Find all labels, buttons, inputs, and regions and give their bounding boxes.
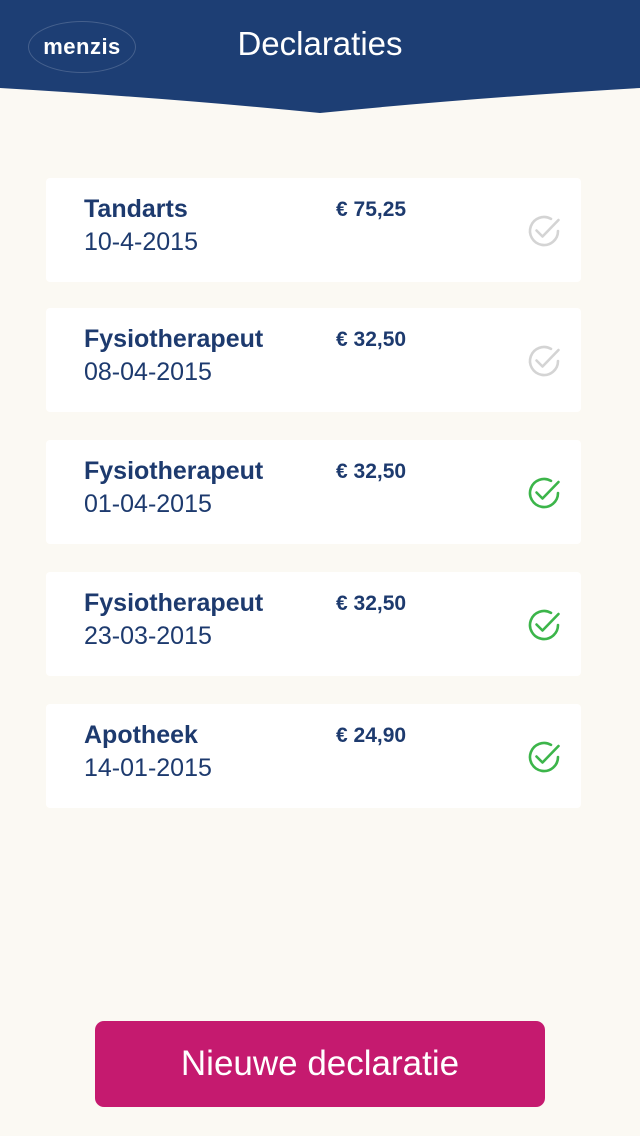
declaration-type: Fysiotherapeut [84,325,264,353]
declaration-amount: € 32,50 [336,460,407,483]
declaration-card[interactable]: Tandarts 10-4-2015 € 75,25 [46,178,581,282]
declaration-amount: € 32,50 [336,328,407,351]
declaration-card[interactable]: Fysiotherapeut 23-03-2015 € 32,50 [46,572,581,676]
declaration-date: 14-01-2015 [84,754,212,782]
page-title: Declaraties [237,25,403,62]
declaration-card[interactable]: Apotheek 14-01-2015 € 24,90 [46,704,581,808]
declaration-type: Fysiotherapeut [84,457,264,485]
declaration-amount: € 75,25 [336,198,407,221]
check-circle-icon [528,741,560,773]
declaration-amount: € 32,50 [336,592,407,615]
check-circle-icon [528,215,560,247]
check-circle-icon [528,609,560,641]
declaration-amount: € 24,90 [336,724,407,747]
declaration-type: Apotheek [84,721,198,749]
declaration-date: 10-4-2015 [84,228,198,256]
declaration-date: 23-03-2015 [84,622,212,650]
declaration-date: 01-04-2015 [84,490,212,518]
declaration-card[interactable]: Fysiotherapeut 08-04-2015 € 32,50 [46,308,581,412]
app-header: menzis Declaraties [0,0,640,115]
declaration-card[interactable]: Fysiotherapeut 01-04-2015 € 32,50 [46,440,581,544]
declaration-date: 08-04-2015 [84,358,212,386]
declaration-type: Fysiotherapeut [84,589,264,617]
new-declaration-button[interactable]: Nieuwe declaratie [95,1021,545,1107]
check-circle-icon [528,477,560,509]
declaration-type: Tandarts [84,195,188,223]
check-circle-icon [528,345,560,377]
